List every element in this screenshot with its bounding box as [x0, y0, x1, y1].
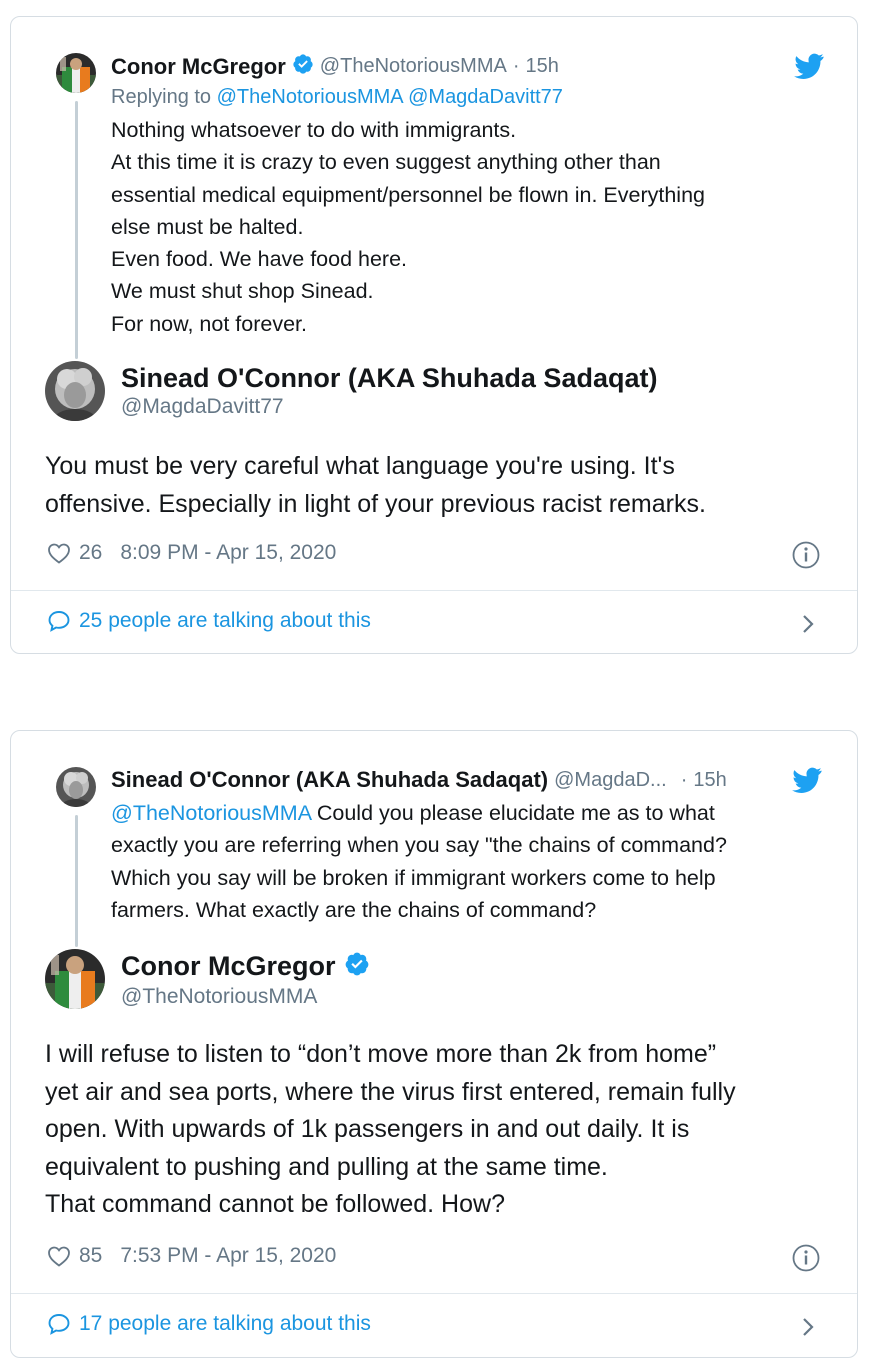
speech-bubble-icon: [47, 1312, 71, 1336]
author-handle[interactable]: @TheNotoriousMMA: [320, 55, 507, 78]
parent-tweet-header: Conor McGregor @TheNotoriousMMA · 15h: [111, 53, 559, 80]
speech-bubble-icon: [47, 609, 71, 633]
conversation-link[interactable]: 17 people are talking about this: [47, 1312, 371, 1336]
conversation-link[interactable]: 25 people are talking about this: [47, 609, 371, 633]
text-line-first: @TheNotoriousMMA Could you please elucid…: [111, 797, 727, 829]
replying-handles-link[interactable]: @TheNotoriousMMA @MagdaDavitt77: [217, 86, 563, 108]
text-line: For now, not forever.: [111, 311, 307, 336]
replying-prefix: Replying to: [111, 86, 212, 108]
info-icon[interactable]: [792, 541, 820, 574]
parent-tweet-header: Sinead O'Connor (AKA Shuhada Sadaqat) @M…: [111, 767, 727, 793]
tweet-embed-2: Sinead O'Connor (AKA Shuhada Sadaqat) @M…: [10, 730, 858, 1358]
separator-dot: ·: [680, 768, 688, 791]
twitter-bird-icon[interactable]: [794, 53, 824, 84]
text-line: I will refuse to listen to “don’t move m…: [45, 1040, 717, 1068]
tweet-meta-row: 26 8:09 PM - Apr 15, 2020: [47, 541, 336, 565]
main-tweet-text: You must be very careful what language y…: [45, 448, 706, 523]
text-line: yet air and sea ports, where the virus f…: [45, 1077, 736, 1106]
conor-mcgregor-avatar[interactable]: [45, 949, 105, 1009]
heart-icon[interactable]: [47, 542, 71, 564]
card-divider: [11, 1293, 857, 1294]
text-line: That command cannot be followed. How?: [45, 1190, 505, 1219]
text-line: You must be very careful what language y…: [45, 452, 675, 480]
like-count[interactable]: 85: [79, 1244, 102, 1268]
text-line: We must shut shop Sinead.: [111, 279, 374, 304]
conor-mcgregor-avatar-small[interactable]: [56, 53, 96, 93]
heart-icon[interactable]: [47, 1245, 71, 1267]
chevron-right-icon[interactable]: [800, 1315, 816, 1344]
text-line: open. With upwards of 1k passengers in a…: [45, 1115, 690, 1144]
talking-count-text: 25 people are talking about this: [79, 609, 371, 632]
text-fragment: Could you please elucidate me as to what: [310, 801, 715, 825]
mention-link[interactable]: @TheNotoriousMMA: [111, 801, 311, 825]
thread-connector-line: [75, 101, 78, 359]
thread-connector-line: [75, 815, 78, 947]
timestamp-link[interactable]: 7:53 PM - Apr 15, 2020: [120, 1244, 336, 1268]
text-line: equivalent to pushing and pulling at the…: [45, 1152, 608, 1181]
author-handle[interactable]: @MagdaD...: [554, 769, 667, 792]
main-tweet-text: I will refuse to listen to “don’t move m…: [45, 1036, 736, 1224]
twitter-bird-icon[interactable]: [792, 767, 822, 798]
card-divider: [11, 590, 857, 591]
text-line: Which you say will be broken if immigran…: [111, 865, 716, 890]
relative-time[interactable]: 15h: [526, 55, 559, 78]
author-name[interactable]: Conor McGregor: [111, 54, 286, 80]
main-author-name[interactable]: Sinead O'Connor (AKA Shuhada Sadaqat): [121, 363, 657, 394]
tweet-embed-1: Conor McGregor @TheNotoriousMMA · 15h Re…: [10, 16, 858, 654]
verified-badge-icon: [292, 53, 314, 80]
author-name[interactable]: Sinead O'Connor (AKA Shuhada Sadaqat): [111, 767, 548, 793]
main-author-handle[interactable]: @MagdaDavitt77: [121, 395, 284, 419]
main-author-name-row: Conor McGregor: [121, 951, 370, 982]
sinead-oconnor-avatar[interactable]: [45, 361, 105, 421]
replying-to-line: Replying to @TheNotoriousMMA @MagdaDavit…: [111, 86, 563, 109]
text-line: Even food. We have food here.: [111, 247, 408, 272]
separator-dot: ·: [512, 55, 520, 77]
main-author-handle[interactable]: @TheNotoriousMMA: [121, 985, 317, 1009]
text-line: essential medical equipment/personnel be…: [111, 182, 705, 207]
text-line: At this time it is crazy to even suggest…: [111, 150, 661, 175]
text-line: Nothing whatsoever to do with immigrants…: [111, 118, 517, 142]
text-line: farmers. What exactly are the chains of …: [111, 897, 597, 922]
verified-badge-icon: [344, 951, 370, 982]
info-icon[interactable]: [792, 1244, 820, 1277]
chevron-right-icon[interactable]: [800, 612, 816, 641]
like-count[interactable]: 26: [79, 541, 102, 565]
text-line: exactly you are referring when you say "…: [111, 833, 727, 858]
parent-tweet-text: Nothing whatsoever to do with immigrants…: [111, 114, 705, 340]
text-line: offensive. Especially in light of your p…: [45, 489, 706, 518]
relative-time[interactable]: 15h: [693, 769, 726, 792]
text-line: else must be halted.: [111, 214, 304, 239]
tweet-meta-row: 85 7:53 PM - Apr 15, 2020: [47, 1244, 336, 1268]
main-author-name[interactable]: Conor McGregor: [121, 951, 336, 982]
timestamp-link[interactable]: 8:09 PM - Apr 15, 2020: [120, 541, 336, 565]
sinead-oconnor-avatar-small[interactable]: [56, 767, 96, 807]
talking-count-text: 17 people are talking about this: [79, 1312, 371, 1335]
parent-tweet-text: @TheNotoriousMMA Could you please elucid…: [111, 797, 727, 926]
